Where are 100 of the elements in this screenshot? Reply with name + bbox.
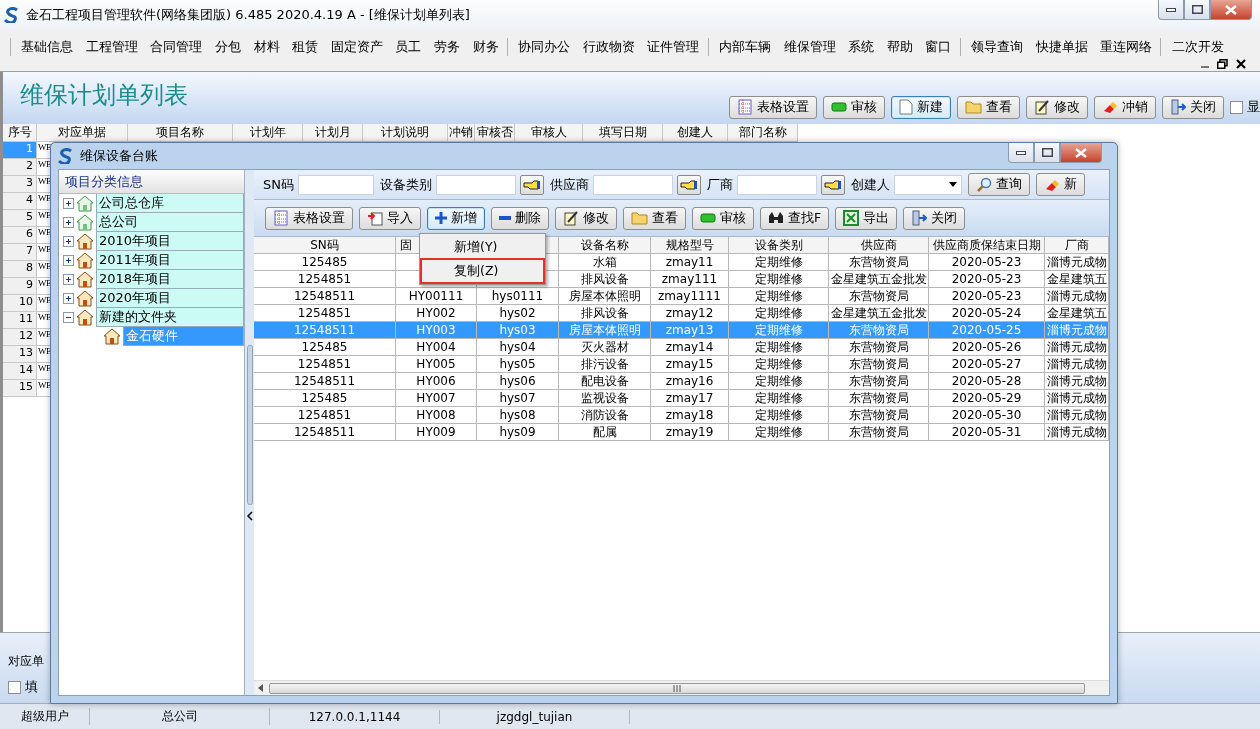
maximize-icon[interactable] (1191, 5, 1203, 14)
column-header[interactable]: 计划年 (233, 124, 303, 142)
menu-item[interactable]: 基础信息 (15, 37, 80, 56)
picker-button[interactable] (821, 174, 845, 195)
column-header[interactable]: 计划月 (303, 124, 363, 142)
column-header[interactable]: 供应商 (829, 237, 929, 254)
row-number[interactable]: 10 (3, 295, 37, 312)
checkbox[interactable] (1230, 100, 1243, 114)
toolbar-button[interactable]: 导入 (359, 206, 421, 230)
toolbar-button[interactable]: 修改 (1026, 95, 1088, 119)
tree-item[interactable]: 2018年项目 (96, 270, 244, 289)
tree-item[interactable]: 2010年项目 (96, 232, 244, 251)
input-field[interactable] (298, 174, 374, 195)
row-number[interactable]: 11 (3, 312, 37, 329)
column-header[interactable]: 部门名称 (728, 124, 798, 142)
menu-item[interactable]: 材料 (247, 37, 286, 56)
column-header[interactable]: 冲销 (448, 124, 475, 142)
toolbar-button[interactable]: 审核 (692, 206, 754, 230)
column-header[interactable]: 项目名称 (128, 124, 233, 142)
tree-item[interactable]: 2011年项目 (96, 251, 244, 270)
tree-item[interactable]: 2020年项目 (96, 289, 244, 308)
menu-item[interactable]: 合同管理 (144, 37, 209, 56)
column-header[interactable]: 审核否 (475, 124, 515, 142)
row-number[interactable]: 2 (3, 159, 37, 176)
toolbar-button[interactable]: 查找F (760, 206, 830, 230)
expand-toggle[interactable] (63, 236, 74, 247)
expand-toggle[interactable] (63, 217, 74, 228)
toolbar-button[interactable]: 导出 (835, 206, 898, 230)
row-number[interactable]: 14 (3, 363, 37, 380)
menu-item[interactable]: 劳务 (427, 37, 467, 56)
toolbar-button[interactable]: 查询 (968, 173, 1030, 196)
menu-item[interactable]: 窗口 (919, 37, 958, 56)
menu-item[interactable]: 内部车辆 (712, 37, 778, 56)
column-header[interactable]: 设备类别 (729, 237, 829, 254)
minimize-icon[interactable] (1016, 150, 1026, 155)
row-number[interactable]: 6 (3, 227, 37, 244)
toolbar-button[interactable]: 查看 (623, 206, 686, 230)
row-number[interactable]: 9 (3, 278, 37, 295)
toolbar-button[interactable]: 关闭 (903, 206, 966, 230)
column-header[interactable]: 序号 (3, 124, 37, 142)
expand-toggle[interactable] (63, 293, 74, 304)
toolbar-button[interactable]: 表格设置 (265, 206, 353, 230)
row-number[interactable]: 8 (3, 261, 37, 278)
toolbar-button[interactable]: 查看 (957, 95, 1020, 119)
menu-item[interactable]: 快捷单据 (1029, 37, 1094, 56)
scrollbar-thumb[interactable] (269, 682, 1085, 694)
row-number[interactable]: 15 (3, 380, 37, 397)
column-header[interactable]: 供应商质保结束日期 (929, 237, 1045, 254)
menu-item[interactable]: 复制(Z) (422, 260, 543, 282)
tree-item[interactable]: 公司总仓库 (96, 194, 244, 213)
row-number[interactable]: 12 (3, 329, 37, 346)
column-header[interactable]: 填写日期 (583, 124, 663, 142)
menu-item[interactable]: 证件管理 (641, 37, 706, 56)
column-header[interactable]: 审核人 (515, 124, 583, 142)
menu-item[interactable]: 协同办公 (511, 37, 577, 56)
menu-item[interactable]: 领导查询 (964, 37, 1030, 56)
row-number[interactable]: 7 (3, 244, 37, 261)
column-header[interactable]: 计划说明 (363, 124, 448, 142)
input-field[interactable] (737, 174, 817, 195)
toolbar-button[interactable]: 表格设置 (729, 95, 817, 119)
maximize-icon[interactable] (1041, 148, 1053, 157)
input-field[interactable] (593, 174, 673, 195)
restore-icon[interactable] (1217, 59, 1228, 70)
picker-button[interactable] (677, 174, 701, 195)
minimize-icon[interactable] (1166, 7, 1176, 12)
menu-item[interactable]: 工程管理 (79, 37, 145, 56)
checkbox[interactable] (8, 680, 21, 694)
column-header[interactable]: 创建人 (663, 124, 728, 142)
menu-item[interactable]: 财务 (466, 37, 505, 56)
row-number[interactable]: 3 (3, 176, 37, 193)
column-header[interactable]: 设备名称 (559, 237, 651, 254)
menu-item[interactable]: 帮助 (880, 37, 920, 56)
toolbar-button[interactable]: 冲销 (1094, 95, 1156, 119)
picker-button[interactable] (520, 174, 544, 195)
collapse-toggle[interactable] (63, 312, 74, 323)
tree-item[interactable]: 总公司 (96, 213, 244, 232)
toolbar-button[interactable]: 修改 (555, 206, 617, 230)
menu-item[interactable]: 二次开发 (1165, 37, 1231, 56)
menu-item[interactable]: 固定资产 (324, 37, 390, 56)
scrollbar-thumb[interactable] (246, 344, 253, 505)
toolbar-button[interactable]: 新增 (427, 206, 485, 230)
expand-toggle[interactable] (63, 198, 74, 209)
expand-toggle[interactable] (63, 274, 74, 285)
toolbar-button[interactable]: 新建 (891, 95, 951, 119)
row-number[interactable]: 5 (3, 210, 37, 227)
toolbar-button[interactable]: 审核 (823, 95, 885, 119)
column-header[interactable]: 规格型号 (651, 237, 729, 254)
scroll-left-icon[interactable] (258, 684, 263, 692)
menu-item[interactable]: 分包 (208, 37, 248, 56)
menu-item[interactable]: 重连网络 (1093, 37, 1159, 56)
menu-item[interactable]: 新增(Y) (422, 236, 543, 258)
menu-item[interactable]: 行政物资 (576, 37, 642, 56)
menu-item[interactable]: 维保管理 (777, 37, 842, 56)
column-header[interactable]: 厂商 (1045, 237, 1109, 254)
toolbar-button[interactable]: 新 (1036, 173, 1085, 196)
tree-item[interactable]: 新建的文件夹 (96, 308, 244, 327)
column-header[interactable]: 对应单据 (37, 124, 128, 142)
row-number[interactable]: 4 (3, 193, 37, 210)
dropdown-field[interactable] (894, 174, 962, 195)
close-icon[interactable] (1236, 59, 1246, 70)
